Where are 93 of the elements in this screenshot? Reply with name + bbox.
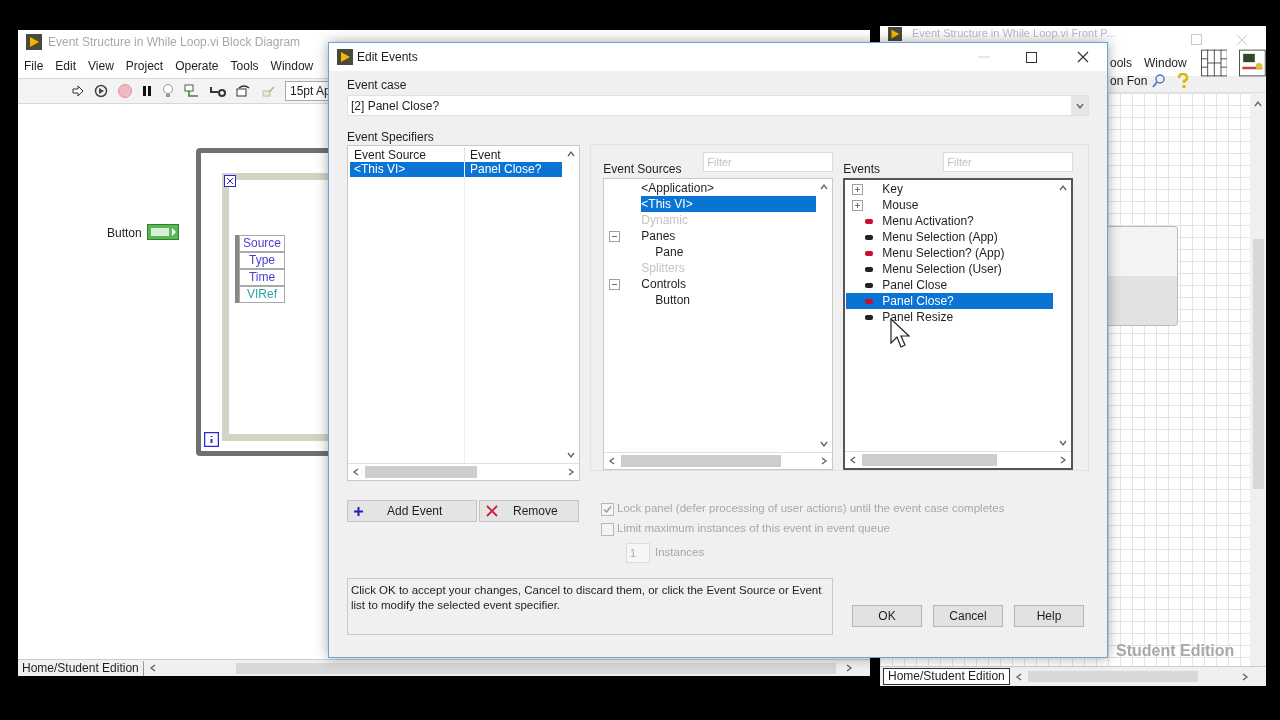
connector-pane-icon[interactable] [1200, 47, 1228, 79]
plus-icon [354, 506, 363, 516]
font-dropdown[interactable]: on Fon [1110, 72, 1148, 90]
menu-item[interactable]: Project [125, 57, 164, 75]
section-label: Event Sources [603, 162, 682, 176]
event-data-terminal: Time [239, 269, 285, 286]
tree-item[interactable]: Menu Selection (App) [882, 229, 998, 245]
scrollbar-thumb[interactable] [235, 662, 836, 674]
checkbox-label: Limit maximum instances of this event in event queue [617, 521, 890, 537]
dialog-button[interactable]: Cancel [933, 605, 1003, 627]
chevron-down-icon[interactable] [819, 439, 830, 449]
search-icon[interactable] [1151, 73, 1168, 89]
timeout-terminal-icon [224, 175, 236, 187]
app-logo-icon [888, 27, 902, 41]
remove-x-icon [486, 505, 498, 517]
collapse-box-icon[interactable] [609, 230, 621, 242]
maximize-icon[interactable] [1026, 51, 1037, 63]
menu-item[interactable]: Operate [175, 57, 219, 75]
status-label: Home/Student Edition [18, 660, 144, 676]
expand-box-icon[interactable] [852, 183, 864, 195]
filter-field[interactable]: Filter [703, 152, 834, 172]
tree-item[interactable]: Menu Activation? [882, 213, 974, 229]
tree-item[interactable]: <Application> [641, 180, 817, 196]
window-title: Event Structure in While Loop.vi Front P... [912, 27, 1116, 40]
specifier-row[interactable]: <This VI> Panel Close? [350, 162, 562, 177]
pause-icon[interactable] [141, 85, 153, 97]
chevron-up-icon[interactable] [1058, 183, 1069, 193]
expand-box-icon[interactable] [852, 199, 864, 211]
event-case-dropdown[interactable]: [2] Panel Close? [347, 95, 1089, 116]
event-data-terminal: Source [239, 235, 285, 252]
event-data-terminal: VIRef [239, 286, 285, 303]
tree-item[interactable]: Panel Resize [882, 309, 954, 325]
run-continuously-icon[interactable] [93, 83, 109, 99]
help-text: Click OK to accept your changes, Cancel to discard them, or click the Event Source or Event list to modify the selected event specifier. [347, 578, 833, 635]
window-title: Event Structure in While Loop.vi Block Diagram [48, 34, 301, 51]
menu-item[interactable]: Tools [230, 57, 259, 75]
chevron-right-icon[interactable] [1240, 671, 1250, 682]
tree-item[interactable]: Menu Selection? (App) [882, 245, 1005, 261]
menu-item[interactable]: Window [1144, 54, 1187, 72]
tree-item[interactable]: Panel Close [882, 277, 948, 293]
watermark-text: Student Edition [1116, 641, 1235, 661]
checkbox-label: Lock panel (defer processing of user actions) until the event case completes [617, 501, 1005, 517]
dialog-button[interactable]: Help [1014, 605, 1084, 627]
field-label: Instances [655, 545, 705, 561]
add-event-button[interactable]: Add Event [347, 500, 477, 522]
column-header[interactable]: Event [465, 148, 562, 162]
step-into-icon[interactable] [209, 84, 227, 98]
tree-item[interactable]: Key [882, 181, 904, 197]
chevron-up-icon[interactable] [566, 149, 577, 159]
collapse-box-icon[interactable] [609, 278, 621, 290]
tree-list[interactable]: Key Mouse Menu Activation? Menu Selection (App) Menu Selection? (App) Menu Selection (User) Panel Close Panel Close? Panel Resize [843, 178, 1074, 470]
tree-item[interactable]: Menu Selection (User) [882, 261, 1002, 277]
section-label: Events [843, 162, 881, 176]
scrollbar-thumb[interactable] [621, 455, 782, 467]
tree-item[interactable]: Panes [641, 228, 817, 244]
scrollbar-thumb[interactable] [1027, 671, 1198, 682]
tree-item[interactable]: Mouse [882, 197, 919, 213]
probe-icon[interactable] [183, 83, 201, 99]
field-label: Event case [347, 77, 407, 93]
menu-item[interactable]: Edit [55, 57, 77, 75]
section-label: Event Specifiers [347, 130, 434, 144]
menu-item[interactable]: Window [270, 57, 314, 75]
specifier-list[interactable]: Event Source Event <This VI> Panel Close? [347, 145, 581, 481]
chevron-left-icon[interactable] [351, 467, 361, 477]
scrollbar-thumb[interactable] [365, 466, 477, 478]
tree-item[interactable]: Button [655, 292, 817, 308]
dialog-button[interactable]: OK [852, 605, 922, 627]
remove-button[interactable]: Remove [479, 500, 579, 522]
dialog-title: Edit Events [357, 49, 418, 66]
menu-item[interactable]: File [24, 57, 44, 75]
app-logo-icon [337, 49, 353, 65]
menu-item[interactable]: View [88, 57, 114, 75]
chevron-down-icon[interactable] [1058, 438, 1069, 448]
lightbulb-icon[interactable] [161, 83, 175, 99]
control-label: Button [107, 226, 142, 240]
filter-field[interactable]: Filter [943, 152, 1074, 172]
vi-icon[interactable] [1239, 47, 1266, 79]
chevron-down-icon[interactable] [566, 450, 577, 460]
event-data-terminal: Type [239, 252, 285, 269]
chevron-up-icon[interactable] [1253, 99, 1263, 109]
tree-item[interactable]: <This VI> [641, 196, 817, 212]
close-icon[interactable] [1077, 51, 1089, 63]
scrollbar-thumb[interactable] [862, 454, 998, 466]
run-arrow-icon[interactable] [71, 84, 85, 98]
status-label: Home/Student Edition [883, 668, 1010, 685]
menu-item[interactable]: ools [1110, 54, 1132, 72]
app-logo-icon [26, 34, 42, 50]
tree-item[interactable]: Controls [641, 276, 817, 292]
tree-item[interactable]: Pane [655, 244, 817, 260]
chevron-up-icon[interactable] [819, 182, 830, 192]
boolean-terminal-icon[interactable] [147, 224, 179, 240]
iteration-terminal-icon [204, 432, 219, 447]
scrollbar-thumb[interactable] [1252, 239, 1264, 489]
